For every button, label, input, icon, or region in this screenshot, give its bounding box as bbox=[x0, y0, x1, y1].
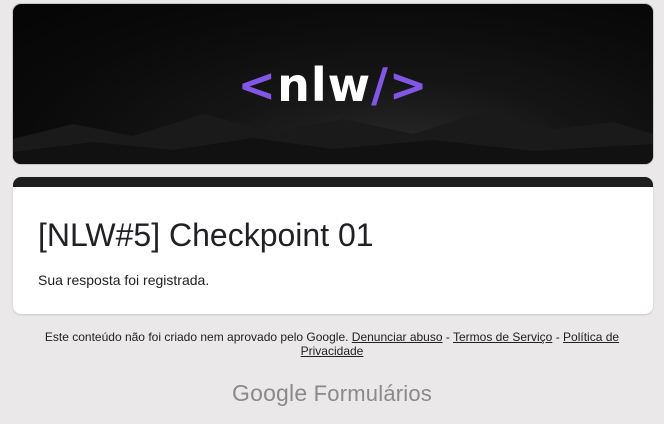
footer-separator: - bbox=[552, 330, 564, 344]
form-card: [NLW#5] Checkpoint 01 Sua resposta foi r… bbox=[13, 177, 653, 314]
google-forms-brand[interactable]: Google Formulários bbox=[0, 380, 664, 407]
report-abuse-link[interactable]: Denunciar abuso bbox=[352, 330, 443, 344]
logo-bracket-open: < bbox=[237, 58, 278, 112]
google-wordmark: Google bbox=[231, 380, 308, 406]
nlw-logo: <nlw/> bbox=[13, 59, 653, 111]
form-title: [NLW#5] Checkpoint 01 bbox=[38, 217, 374, 253]
forms-wordmark: Formulários bbox=[313, 381, 433, 406]
footer-separator: - bbox=[442, 330, 453, 344]
logo-text: nlw bbox=[277, 58, 372, 112]
logo-bracket-close: /> bbox=[371, 58, 429, 112]
card-top-accent-bar bbox=[13, 177, 653, 187]
header-banner: <nlw/> bbox=[13, 4, 653, 164]
confirmation-message: Sua resposta foi registrada. bbox=[38, 272, 210, 288]
disclaimer-text: Este conteúdo não foi criado nem aprovad… bbox=[44, 330, 349, 344]
terms-link[interactable]: Termos de Serviço bbox=[453, 330, 552, 344]
footer-disclaimer: Este conteúdo não foi criado nem aprovad… bbox=[30, 330, 634, 358]
